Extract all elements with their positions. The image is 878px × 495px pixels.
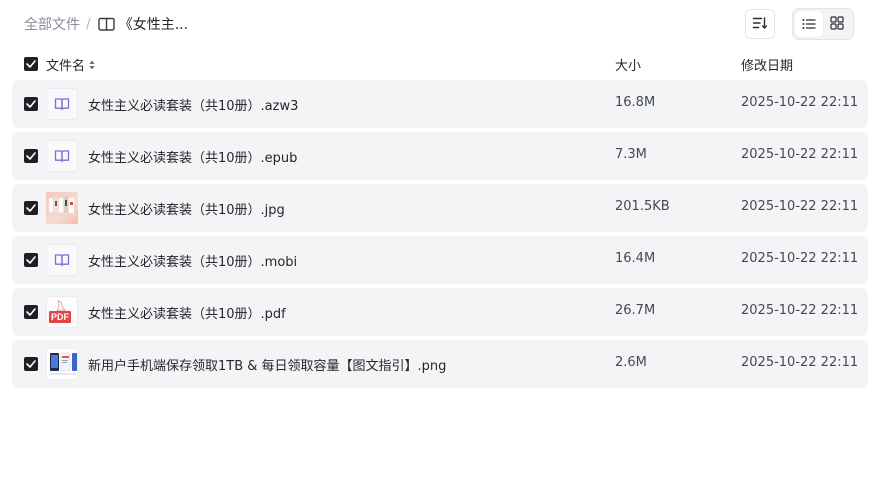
breadcrumb-root[interactable]: 全部文件 [24, 14, 80, 34]
file-row[interactable]: 女性主义必读套装（共10册）.jpg 201.5KB 2025-10-22 22… [12, 184, 868, 232]
pdf-label: PDF [49, 311, 71, 323]
row-checkbox[interactable] [24, 97, 38, 111]
file-row[interactable]: 女性主义必读套装（共10册）.azw3 16.8M 2025-10-22 22:… [12, 80, 868, 128]
file-date: 2025-10-22 22:11 [741, 199, 859, 214]
file-size: 16.8M [615, 95, 656, 110]
breadcrumb-separator: / [86, 16, 91, 32]
file-list-header: 文件名 大小 修改日期 [12, 52, 868, 76]
row-checkbox[interactable] [24, 305, 38, 319]
column-header-name-label: 文件名 [46, 59, 86, 74]
file-name: 女性主义必读套装（共10册）.pdf [88, 307, 286, 322]
file-name: 女性主义必读套装（共10册）.azw3 [88, 99, 299, 114]
file-row[interactable]: PDF 女性主义必读套装（共10册）.pdf 26.7M 2025-10-22 … [12, 288, 868, 336]
row-checkbox[interactable] [24, 357, 38, 371]
image-thumbnail [46, 348, 78, 380]
column-header-name[interactable]: 文件名 [46, 55, 95, 74]
row-checkbox[interactable] [24, 149, 38, 163]
top-bar: 全部文件 / 《女性主... [0, 0, 878, 48]
image-thumbnail [46, 192, 78, 224]
file-size: 201.5KB [615, 199, 670, 214]
sort-button[interactable] [745, 9, 775, 39]
breadcrumb: 全部文件 / 《女性主... [24, 14, 188, 34]
sort-caret-icon [89, 60, 95, 70]
ebook-icon [46, 88, 78, 120]
row-checkbox[interactable] [24, 253, 38, 267]
list-icon [802, 15, 816, 34]
file-date: 2025-10-22 22:11 [741, 303, 859, 318]
list-view-button[interactable] [795, 11, 823, 37]
ebook-icon [46, 140, 78, 172]
file-name: 女性主义必读套装（共10册）.epub [88, 151, 298, 166]
file-row[interactable]: 新用户手机端保存领取1TB & 每日领取容量【图文指引】.png 2.6M 20… [12, 340, 868, 388]
file-date: 2025-10-22 22:11 [741, 147, 859, 162]
file-size: 7.3M [615, 147, 647, 162]
file-size: 2.6M [615, 355, 647, 370]
column-header-date[interactable]: 修改日期 [741, 55, 793, 74]
select-all-checkbox[interactable] [24, 57, 38, 71]
file-name: 女性主义必读套装（共10册）.mobi [88, 255, 298, 270]
file-date: 2025-10-22 22:11 [741, 355, 859, 370]
breadcrumb-current: 《女性主... [118, 17, 189, 33]
file-row[interactable]: 女性主义必读套装（共10册）.epub 7.3M 2025-10-22 22:1… [12, 132, 868, 180]
pdf-icon: PDF [46, 296, 78, 328]
file-date: 2025-10-22 22:11 [741, 251, 859, 266]
book-icon [98, 17, 115, 32]
file-list: 女性主义必读套装（共10册）.azw3 16.8M 2025-10-22 22:… [12, 80, 868, 392]
column-header-size[interactable]: 大小 [615, 55, 641, 74]
row-checkbox[interactable] [24, 201, 38, 215]
grid-icon [830, 15, 844, 34]
file-name: 新用户手机端保存领取1TB & 每日领取容量【图文指引】.png [88, 359, 447, 374]
sort-icon [752, 15, 768, 34]
ebook-icon [46, 244, 78, 276]
file-name: 女性主义必读套装（共10册）.jpg [88, 203, 285, 218]
grid-view-button[interactable] [823, 11, 851, 37]
view-toggle [792, 8, 854, 40]
file-size: 26.7M [615, 303, 656, 318]
file-date: 2025-10-22 22:11 [741, 95, 859, 110]
file-size: 16.4M [615, 251, 656, 266]
file-row[interactable]: 女性主义必读套装（共10册）.mobi 16.4M 2025-10-22 22:… [12, 236, 868, 284]
